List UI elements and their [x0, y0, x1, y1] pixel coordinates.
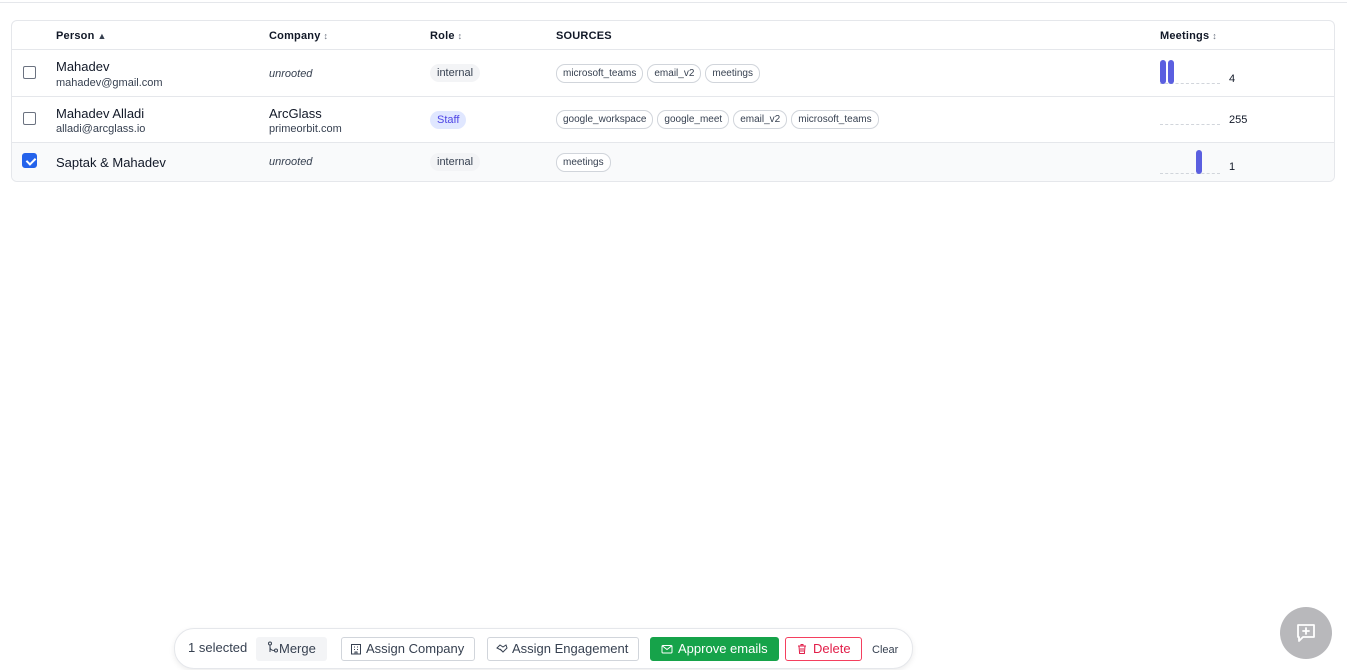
role-badge: internal — [430, 64, 481, 82]
column-meetings[interactable]: Meetings ↕ — [1160, 30, 1217, 42]
row-checkbox-checked[interactable] — [22, 153, 37, 168]
role-badge: Staff — [430, 111, 467, 129]
column-company[interactable]: Company ↕ — [269, 30, 328, 42]
source-chip: meetings — [705, 64, 760, 83]
assign-company-label: Assign Company — [366, 641, 465, 656]
meetings-count: 4 — [1229, 73, 1236, 85]
person-email: mahadev@gmail.com — [56, 77, 163, 89]
source-chip: email_v2 — [733, 110, 788, 129]
delete-button[interactable]: Delete — [785, 637, 862, 661]
assign-engagement-button[interactable]: Assign Engagement — [487, 637, 640, 661]
clear-button[interactable]: Clear — [872, 639, 898, 663]
source-chip: microsoft_teams — [556, 64, 644, 83]
mail-icon — [661, 645, 673, 654]
column-role-label: Role — [430, 30, 455, 42]
sparkline-baseline — [1160, 124, 1220, 125]
meetings-count: 255 — [1229, 114, 1248, 126]
sort-icon: ↕ — [457, 31, 463, 41]
person-name: Saptak & Mahadev — [56, 155, 166, 170]
column-company-label: Company — [269, 30, 321, 42]
merge-label: Merge — [279, 641, 316, 656]
table-row[interactable]: Mahadev mahadev@gmail.com unrooted inter… — [12, 50, 1334, 97]
company-name[interactable]: ArcGlass — [269, 106, 322, 121]
bulk-action-bar: 1 selected Merge Assign Company Assign E… — [174, 628, 913, 669]
approve-emails-label: Approve emails — [678, 641, 768, 656]
handshake-icon — [496, 644, 508, 653]
sources-list: meetings — [556, 153, 611, 172]
person-name: Mahadev Alladi — [56, 106, 145, 121]
merge-button[interactable]: Merge — [256, 637, 327, 661]
building-icon — [351, 644, 361, 655]
role-badge: internal — [430, 153, 481, 171]
sort-icon: ↕ — [323, 31, 329, 41]
sparkline-baseline — [1160, 173, 1220, 174]
row-checkbox[interactable] — [23, 112, 36, 125]
column-meetings-label: Meetings — [1160, 30, 1210, 42]
table-header: Person ▲ Company ↕ Role ↕ SOURCES Meetings ↕ — [12, 21, 1334, 50]
column-person[interactable]: Person ▲ — [56, 30, 107, 42]
approve-emails-button[interactable]: Approve emails — [650, 637, 779, 661]
column-sources-label: SOURCES — [556, 30, 612, 42]
company-unrooted: unrooted — [269, 68, 313, 80]
sparkline-bar — [1168, 60, 1174, 84]
column-person-label: Person — [56, 30, 95, 42]
meetings-sparkline — [1160, 148, 1220, 174]
column-role[interactable]: Role ↕ — [430, 30, 462, 42]
meetings-sparkline — [1160, 99, 1220, 125]
source-chip: email_v2 — [647, 64, 702, 83]
column-sources: SOURCES — [556, 30, 612, 42]
trash-icon — [798, 644, 806, 654]
meetings-sparkline — [1160, 58, 1220, 84]
source-chip: google_meet — [657, 110, 730, 129]
message-plus-icon — [1297, 624, 1315, 642]
delete-label: Delete — [813, 641, 851, 656]
source-chip: meetings — [556, 153, 611, 172]
top-divider — [0, 2, 1347, 3]
sparkline-bar — [1160, 60, 1166, 84]
sources-list: google_workspace google_meet email_v2 mi… — [556, 110, 879, 129]
row-checkbox[interactable] — [23, 66, 36, 79]
sparkline-bar — [1196, 150, 1202, 174]
sources-list: microsoft_teams email_v2 meetings — [556, 64, 760, 83]
person-email: alladi@arcglass.io — [56, 123, 146, 135]
sort-asc-icon: ▲ — [97, 31, 107, 41]
meetings-count: 1 — [1229, 161, 1236, 173]
table-row[interactable]: Mahadev Alladi alladi@arcglass.io ArcGla… — [12, 97, 1334, 143]
source-chip: google_workspace — [556, 110, 654, 129]
person-name: Mahadev — [56, 59, 110, 74]
chat-fab-button[interactable] — [1280, 607, 1332, 659]
table-row[interactable]: Saptak & Mahadev unrooted internal meeti… — [12, 143, 1334, 181]
assign-engagement-label: Assign Engagement — [512, 641, 629, 656]
git-merge-icon — [268, 641, 278, 653]
sort-icon: ↕ — [1212, 31, 1217, 41]
company-unrooted: unrooted — [269, 156, 313, 168]
source-chip: microsoft_teams — [791, 110, 879, 129]
selection-count: 1 selected — [188, 640, 248, 655]
people-table: Person ▲ Company ↕ Role ↕ SOURCES Meetings ↕… — [11, 20, 1335, 182]
assign-company-button[interactable]: Assign Company — [341, 637, 476, 661]
company-domain: primeorbit.com — [269, 123, 342, 135]
